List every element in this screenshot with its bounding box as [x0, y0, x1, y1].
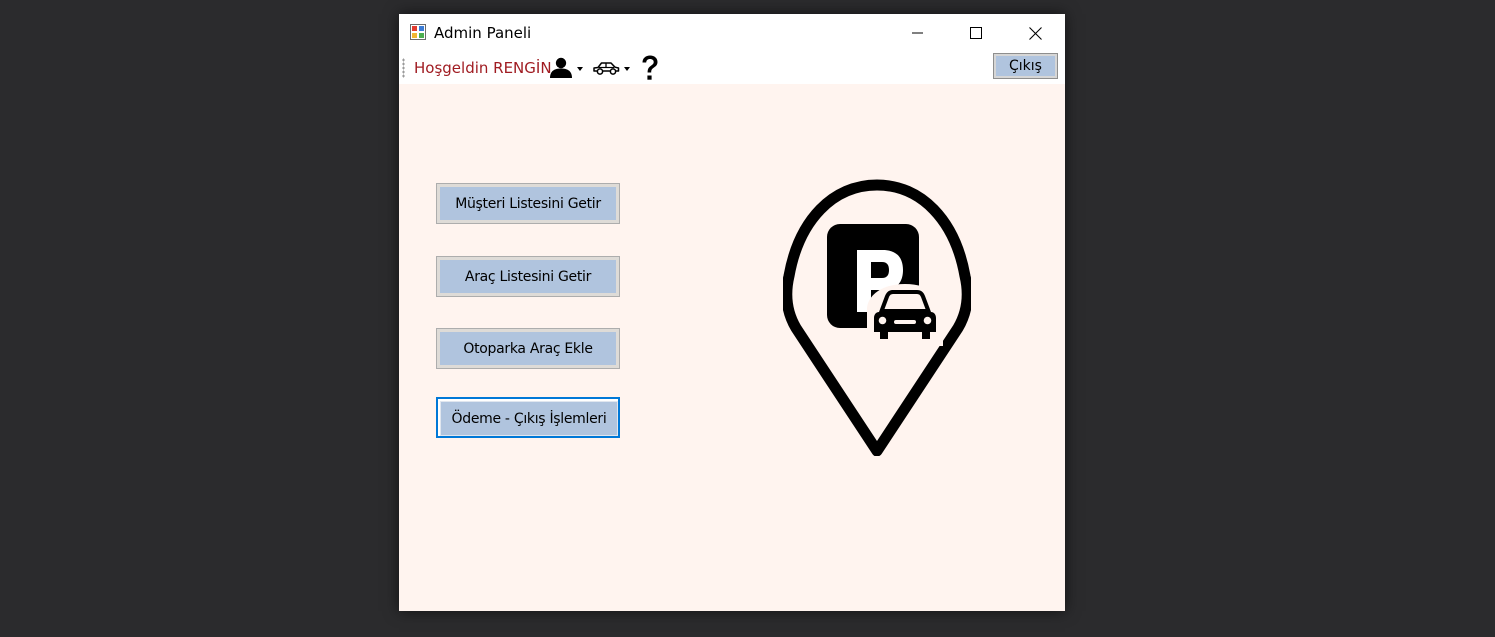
payment-checkout-button-label: Ödeme - Çıkış İşlemleri [440, 401, 618, 436]
close-button[interactable] [1006, 14, 1064, 52]
menu-strip: Hoşgeldin RENGİN [399, 52, 1065, 84]
app-icon [410, 24, 426, 40]
question-mark-icon [642, 55, 658, 80]
user-icon [550, 57, 572, 78]
chevron-down-icon [624, 67, 630, 71]
car-icon [593, 62, 620, 75]
toolbar-grip[interactable] [402, 58, 405, 78]
chevron-down-icon [577, 67, 583, 71]
minimize-icon [912, 32, 923, 34]
vehicle-list-button-label: Araç Listesini Getir [440, 260, 616, 293]
car-menu-dropdown[interactable] [592, 52, 630, 84]
add-vehicle-button-label: Otoparka Araç Ekle [440, 332, 616, 365]
user-menu-dropdown[interactable] [549, 52, 583, 84]
title-bar[interactable]: Admin Paneli [399, 14, 1065, 52]
customer-list-button[interactable]: Müşteri Listesini Getir [436, 183, 620, 224]
vehicle-list-button[interactable]: Araç Listesini Getir [436, 256, 620, 297]
exit-button[interactable]: Çıkış [993, 53, 1058, 79]
close-icon [1028, 26, 1042, 40]
window-title: Admin Paneli [434, 24, 532, 42]
admin-panel-window: Admin Paneli Hoşgeldin RENGİN Çıkış Müşt… [399, 14, 1065, 611]
help-button[interactable] [639, 52, 661, 84]
payment-checkout-button[interactable]: Ödeme - Çıkış İşlemleri [436, 397, 620, 438]
customer-list-button-label: Müşteri Listesini Getir [440, 187, 616, 220]
maximize-button[interactable] [947, 14, 1005, 52]
parking-location-pin-icon [783, 179, 971, 456]
exit-button-label: Çıkış [996, 56, 1055, 76]
minimize-button[interactable] [889, 14, 947, 52]
maximize-icon [970, 27, 982, 39]
welcome-label: Hoşgeldin RENGİN [414, 59, 552, 77]
add-vehicle-button[interactable]: Otoparka Araç Ekle [436, 328, 620, 369]
